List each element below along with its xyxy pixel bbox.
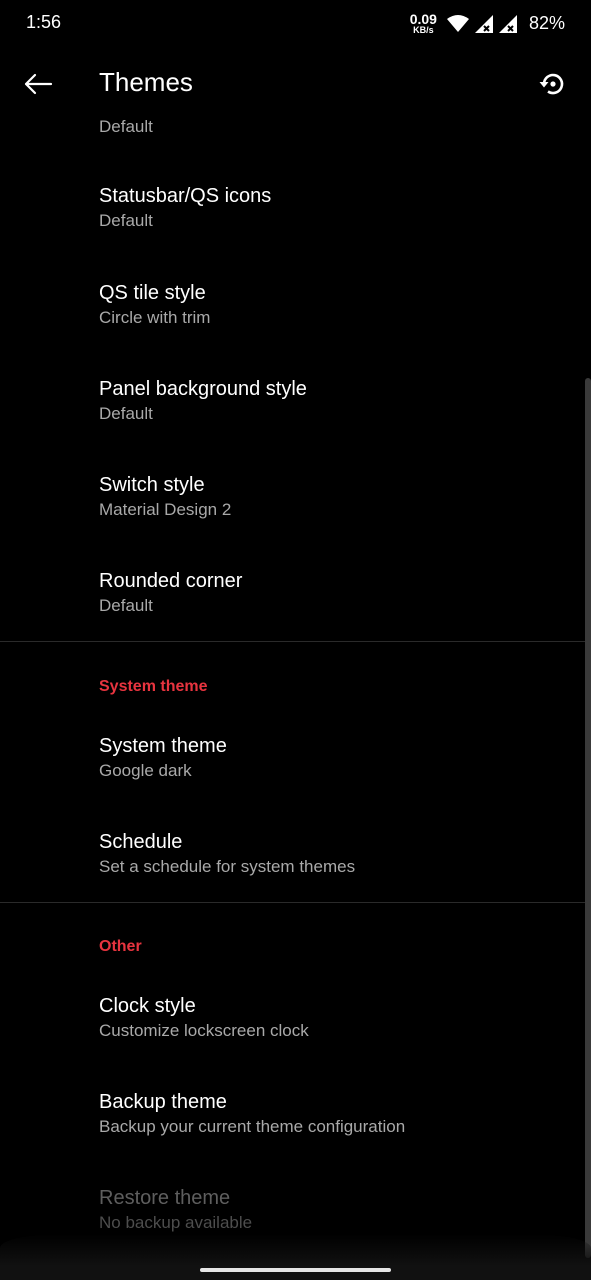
section-divider <box>0 902 591 903</box>
app-bar: Themes <box>0 50 591 116</box>
status-icons: 0.09 KB/s 82% <box>410 12 565 35</box>
list-item-restore-theme: Restore theme No backup available <box>99 1185 569 1235</box>
section-header-other: Other <box>99 938 142 955</box>
status-bar: 1:56 0.09 KB/s 82% <box>0 0 591 46</box>
list-item-schedule[interactable]: Schedule Set a schedule for system theme… <box>99 829 569 879</box>
list-item-summary: Set a schedule for system themes <box>99 857 356 876</box>
list-item-title: Backup theme <box>99 1091 227 1113</box>
list-item-partial[interactable]: Default <box>99 115 569 139</box>
list-item-qs-tile-style[interactable]: QS tile style Circle with trim <box>99 280 569 330</box>
list-item-title: Switch style <box>99 474 205 496</box>
wifi-icon <box>446 14 469 33</box>
list-item-panel-background-style[interactable]: Panel background style Default <box>99 376 569 426</box>
network-speed-value: 0.09 <box>409 11 437 27</box>
list-item-summary: Default <box>99 117 153 136</box>
network-speed: 0.09 KB/s <box>410 12 437 35</box>
signal-icon <box>474 14 493 33</box>
section-divider <box>0 641 591 642</box>
navigation-bar <box>0 1234 591 1280</box>
list-item-title: Panel background style <box>99 378 307 400</box>
list-item-system-theme[interactable]: System theme Google dark <box>99 733 569 783</box>
list-item-summary: Customize lockscreen clock <box>99 1021 309 1040</box>
arrow-left-icon <box>24 73 53 95</box>
list-item-title: System theme <box>99 735 227 757</box>
clock: 1:56 <box>26 12 62 32</box>
list-item-title: Statusbar/QS icons <box>99 185 272 207</box>
list-item-title: Clock style <box>99 995 196 1017</box>
network-speed-unit: KB/s <box>413 25 434 35</box>
list-item-summary: Backup your current theme configuration <box>99 1117 406 1136</box>
list-item-title: Rounded corner <box>99 570 243 592</box>
section-header-system-theme: System theme <box>99 678 208 695</box>
restore-icon <box>539 73 564 95</box>
list-item-switch-style[interactable]: Switch style Material Design 2 <box>99 472 569 522</box>
gesture-handle[interactable] <box>200 1268 391 1272</box>
list-item-clock-style[interactable]: Clock style Customize lockscreen clock <box>99 993 569 1043</box>
scrollbar[interactable] <box>585 378 591 1258</box>
list-item-summary: Default <box>99 404 153 423</box>
list-item-summary: No backup available <box>99 1213 253 1232</box>
list-item-title: Schedule <box>99 831 183 853</box>
list-item-summary: Circle with trim <box>99 308 211 327</box>
list-item-summary: Default <box>99 211 153 230</box>
list-item-statusbar-qs-icons[interactable]: Statusbar/QS icons Default <box>99 183 569 233</box>
list-item-summary: Material Design 2 <box>99 500 232 519</box>
list-item-summary: Default <box>99 596 153 615</box>
back-button[interactable] <box>18 64 58 104</box>
list-item-title: Restore theme <box>99 1187 231 1209</box>
list-item-backup-theme[interactable]: Backup theme Backup your current theme c… <box>99 1089 569 1139</box>
list-item-title: QS tile style <box>99 282 206 304</box>
restore-defaults-button[interactable] <box>533 64 573 104</box>
list-item-rounded-corner[interactable]: Rounded corner Default <box>99 568 569 618</box>
battery-level: 82% <box>528 13 565 33</box>
list-item-summary: Google dark <box>99 761 192 780</box>
page-title: Themes <box>99 67 193 97</box>
signal-icon-2 <box>498 14 517 33</box>
